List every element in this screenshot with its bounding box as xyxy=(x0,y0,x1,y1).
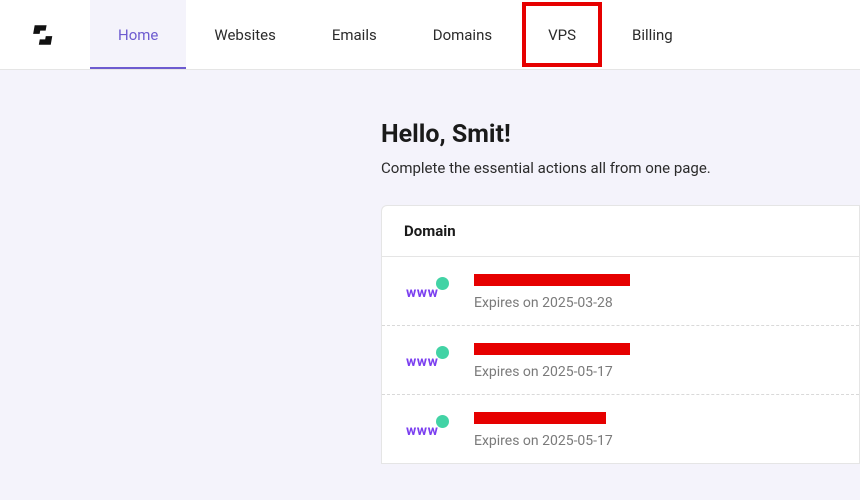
nav-home[interactable]: Home xyxy=(90,0,186,69)
redacted-domain-name xyxy=(474,274,630,286)
redacted-domain-name xyxy=(474,343,630,355)
logo-box xyxy=(0,0,90,69)
page-title: Hello, Smit! xyxy=(381,120,860,149)
domain-row[interactable]: www Expires on 2025-05-17 xyxy=(382,395,859,463)
www-text: www xyxy=(406,423,438,439)
domain-info: Expires on 2025-05-17 xyxy=(474,409,837,449)
domain-row[interactable]: www Expires on 2025-05-17 xyxy=(382,326,859,395)
domain-info: Expires on 2025-05-17 xyxy=(474,340,837,380)
page-subtitle: Complete the essential actions all from … xyxy=(381,159,860,177)
expires-label: Expires on 2025-05-17 xyxy=(474,433,837,449)
www-icon: www xyxy=(406,282,456,301)
www-icon: www xyxy=(406,351,456,370)
nav: Home Websites Emails Domains VPS Billing xyxy=(90,0,701,69)
nav-websites[interactable]: Websites xyxy=(186,0,303,69)
nav-billing[interactable]: Billing xyxy=(604,0,701,69)
status-dot-icon xyxy=(436,415,449,428)
domain-info: Expires on 2025-03-28 xyxy=(474,271,837,311)
nav-domains[interactable]: Domains xyxy=(405,0,520,69)
topbar: Home Websites Emails Domains VPS Billing xyxy=(0,0,860,70)
card-header: Domain xyxy=(382,206,859,257)
redacted-domain-name xyxy=(474,412,606,424)
expires-label: Expires on 2025-05-17 xyxy=(474,364,837,380)
status-dot-icon xyxy=(436,277,449,290)
logo-icon xyxy=(32,22,58,48)
www-text: www xyxy=(406,354,438,370)
domain-card: Domain www Expires on 2025-03-28 www Exp… xyxy=(381,205,860,464)
expires-label: Expires on 2025-03-28 xyxy=(474,295,837,311)
nav-vps[interactable]: VPS xyxy=(520,0,604,69)
domain-row[interactable]: www Expires on 2025-03-28 xyxy=(382,257,859,326)
www-icon: www xyxy=(406,420,456,439)
content: Hello, Smit! Complete the essential acti… xyxy=(0,70,860,464)
nav-emails[interactable]: Emails xyxy=(304,0,405,69)
greeting-area: Hello, Smit! Complete the essential acti… xyxy=(381,120,860,177)
www-text: www xyxy=(406,285,438,301)
status-dot-icon xyxy=(436,346,449,359)
